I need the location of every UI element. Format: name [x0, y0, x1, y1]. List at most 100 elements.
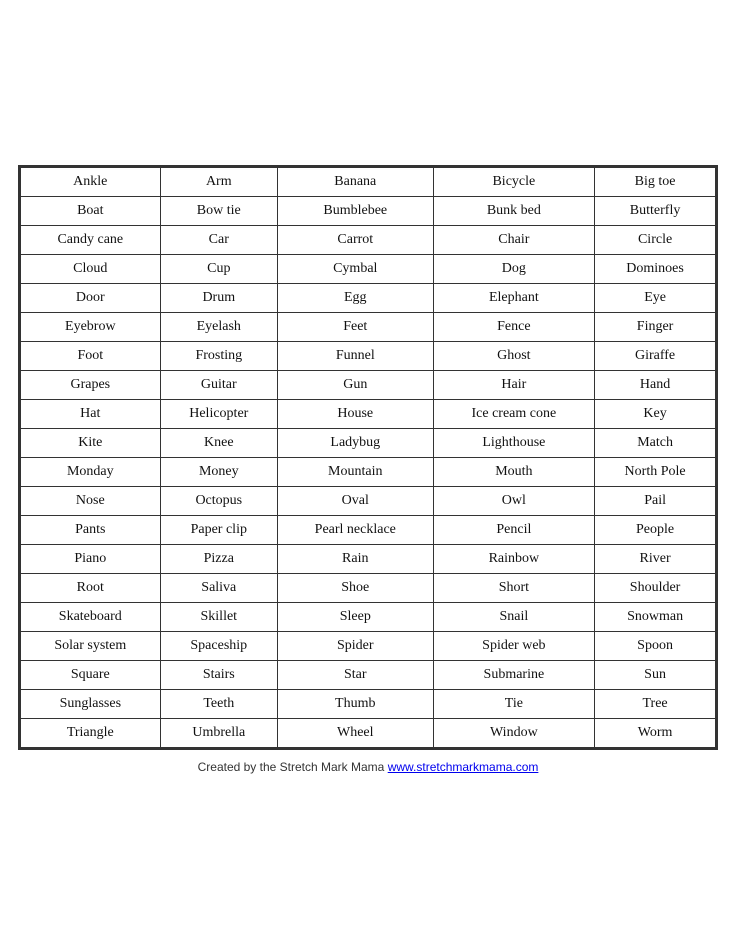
table-cell: Mouth: [433, 457, 595, 486]
table-cell: Eyelash: [160, 312, 277, 341]
table-cell: Shoe: [277, 573, 433, 602]
table-cell: Spoon: [595, 631, 716, 660]
table-cell: Skillet: [160, 602, 277, 631]
table-cell: Owl: [433, 486, 595, 515]
table-cell: Fence: [433, 312, 595, 341]
table-cell: Thumb: [277, 689, 433, 718]
table-cell: Short: [433, 573, 595, 602]
table-cell: Shoulder: [595, 573, 716, 602]
table-cell: Rain: [277, 544, 433, 573]
table-cell: Root: [21, 573, 161, 602]
table-cell: Candy cane: [21, 225, 161, 254]
table-cell: Saliva: [160, 573, 277, 602]
table-cell: Spider: [277, 631, 433, 660]
table-cell: Pants: [21, 515, 161, 544]
table-cell: Oval: [277, 486, 433, 515]
table-row: EyebrowEyelashFeetFenceFinger: [21, 312, 716, 341]
word-list-table: AnkleArmBananaBicycleBig toeBoatBow tieB…: [20, 167, 716, 748]
table-cell: Ankle: [21, 167, 161, 196]
table-cell: Sunglasses: [21, 689, 161, 718]
table-cell: Key: [595, 399, 716, 428]
word-list-table-wrapper: AnkleArmBananaBicycleBig toeBoatBow tieB…: [18, 165, 718, 750]
table-cell: Ice cream cone: [433, 399, 595, 428]
table-cell: Kite: [21, 428, 161, 457]
table-row: FootFrostingFunnelGhostGiraffe: [21, 341, 716, 370]
table-cell: Pearl necklace: [277, 515, 433, 544]
table-row: NoseOctopusOvalOwlPail: [21, 486, 716, 515]
table-cell: Ladybug: [277, 428, 433, 457]
table-cell: Piano: [21, 544, 161, 573]
table-cell: Chair: [433, 225, 595, 254]
table-cell: Octopus: [160, 486, 277, 515]
table-cell: Guitar: [160, 370, 277, 399]
table-row: MondayMoneyMountainMouthNorth Pole: [21, 457, 716, 486]
table-cell: Hand: [595, 370, 716, 399]
table-row: SkateboardSkilletSleepSnailSnowman: [21, 602, 716, 631]
table-cell: Snail: [433, 602, 595, 631]
table-row: RootSalivaShoeShortShoulder: [21, 573, 716, 602]
table-cell: Bunk bed: [433, 196, 595, 225]
table-cell: Paper clip: [160, 515, 277, 544]
table-row: SquareStairsStarSubmarineSun: [21, 660, 716, 689]
table-cell: Wheel: [277, 718, 433, 747]
table-row: Solar systemSpaceshipSpiderSpider webSpo…: [21, 631, 716, 660]
table-row: PianoPizzaRainRainbowRiver: [21, 544, 716, 573]
table-row: DoorDrumEggElephantEye: [21, 283, 716, 312]
table-cell: Feet: [277, 312, 433, 341]
table-cell: River: [595, 544, 716, 573]
table-cell: Drum: [160, 283, 277, 312]
table-row: AnkleArmBananaBicycleBig toe: [21, 167, 716, 196]
table-row: KiteKneeLadybugLighthouseMatch: [21, 428, 716, 457]
table-cell: Star: [277, 660, 433, 689]
table-cell: Square: [21, 660, 161, 689]
table-cell: Snowman: [595, 602, 716, 631]
table-cell: Sleep: [277, 602, 433, 631]
table-cell: Teeth: [160, 689, 277, 718]
table-row: CloudCupCymbalDogDominoes: [21, 254, 716, 283]
footer-link[interactable]: www.stretchmarkmama.com: [388, 760, 539, 774]
table-cell: Circle: [595, 225, 716, 254]
table-cell: Cloud: [21, 254, 161, 283]
table-cell: Helicopter: [160, 399, 277, 428]
table-cell: Cymbal: [277, 254, 433, 283]
table-cell: Banana: [277, 167, 433, 196]
table-cell: Triangle: [21, 718, 161, 747]
table-row: HatHelicopterHouseIce cream coneKey: [21, 399, 716, 428]
table-cell: People: [595, 515, 716, 544]
table-cell: Tree: [595, 689, 716, 718]
table-cell: Butterfly: [595, 196, 716, 225]
table-cell: Car: [160, 225, 277, 254]
table-cell: House: [277, 399, 433, 428]
table-cell: Bumblebee: [277, 196, 433, 225]
table-cell: Monday: [21, 457, 161, 486]
table-cell: Tie: [433, 689, 595, 718]
table-cell: Egg: [277, 283, 433, 312]
table-cell: Bicycle: [433, 167, 595, 196]
table-cell: Solar system: [21, 631, 161, 660]
table-cell: Foot: [21, 341, 161, 370]
table-cell: Money: [160, 457, 277, 486]
table-cell: Funnel: [277, 341, 433, 370]
table-cell: Hair: [433, 370, 595, 399]
table-cell: Rainbow: [433, 544, 595, 573]
table-cell: Match: [595, 428, 716, 457]
table-cell: Spaceship: [160, 631, 277, 660]
table-row: BoatBow tieBumblebeeBunk bedButterfly: [21, 196, 716, 225]
table-cell: Hat: [21, 399, 161, 428]
table-cell: Elephant: [433, 283, 595, 312]
table-cell: Pail: [595, 486, 716, 515]
footer-text: Created by the Stretch Mark Mama: [198, 760, 388, 774]
table-cell: Dog: [433, 254, 595, 283]
table-cell: Grapes: [21, 370, 161, 399]
table-cell: Frosting: [160, 341, 277, 370]
footer: Created by the Stretch Mark Mama www.str…: [198, 760, 539, 774]
table-row: Candy caneCarCarrotChairCircle: [21, 225, 716, 254]
table-cell: Window: [433, 718, 595, 747]
table-cell: Lighthouse: [433, 428, 595, 457]
table-cell: Submarine: [433, 660, 595, 689]
table-row: PantsPaper clipPearl necklacePencilPeopl…: [21, 515, 716, 544]
table-cell: Stairs: [160, 660, 277, 689]
table-cell: Cup: [160, 254, 277, 283]
table-cell: Dominoes: [595, 254, 716, 283]
table-cell: Bow tie: [160, 196, 277, 225]
